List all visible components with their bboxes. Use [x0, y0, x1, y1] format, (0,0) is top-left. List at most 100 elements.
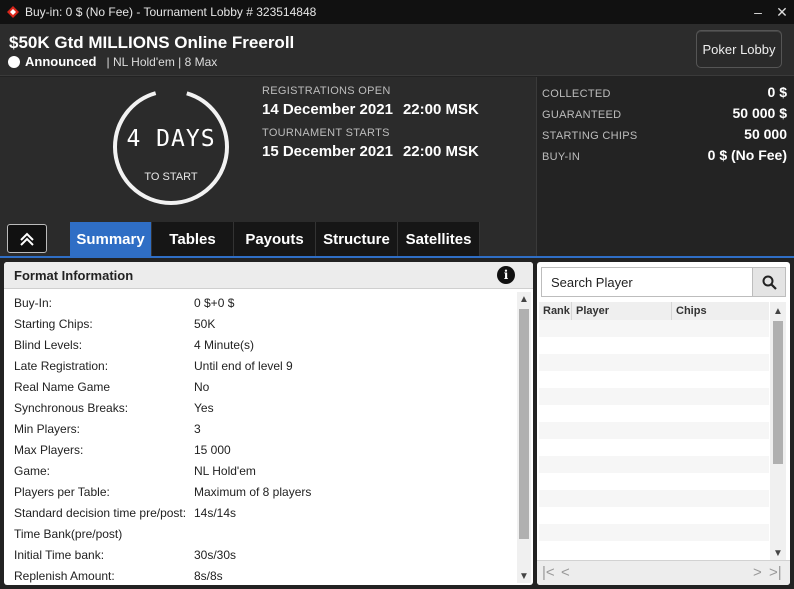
format-key: Late Registration: — [14, 358, 109, 373]
countdown-caption: TO START — [144, 171, 198, 183]
table-row — [539, 439, 769, 456]
registration-date: 14 December 2021 — [262, 101, 393, 118]
search-player-input[interactable] — [542, 268, 752, 296]
countdown-value: 4 DAYS — [126, 126, 216, 152]
format-row: Real Name Game No — [14, 376, 514, 397]
start-block: TOURNAMENT STARTS 15 December 2021 22:00 … — [262, 127, 479, 160]
format-row: Initial Time bank: 30s/30s — [14, 544, 514, 565]
format-value: NL Hold'em — [194, 463, 256, 478]
scroll-up-icon[interactable]: ▲ — [517, 292, 531, 306]
buyin-label: BUY-IN — [542, 151, 581, 163]
format-row: Min Players: 3 — [14, 418, 514, 439]
countdown-ring: 4 DAYS TO START — [110, 86, 232, 208]
tournament-info: 4 DAYS TO START REGISTRATIONS OPEN 14 De… — [0, 77, 794, 257]
format-row: Players per Table: Maximum of 8 players — [14, 481, 514, 502]
scroll-thumb[interactable] — [773, 321, 783, 464]
prev-page-button[interactable]: < — [561, 564, 570, 581]
table-row — [539, 388, 769, 405]
scroll-down-icon[interactable]: ▼ — [770, 546, 786, 560]
format-value: 3 — [194, 421, 201, 436]
scroll-thumb[interactable] — [519, 309, 529, 539]
format-value: 4 Minute(s) — [194, 337, 255, 352]
players-scrollbar[interactable]: ▲ ▼ — [770, 302, 786, 560]
last-page-button[interactable]: >| — [769, 564, 782, 581]
format-key: Max Players: — [14, 442, 84, 457]
first-page-button[interactable]: |< — [542, 564, 555, 581]
tab-structure[interactable]: Structure — [316, 222, 398, 257]
scroll-up-icon[interactable]: ▲ — [770, 304, 786, 318]
tab-payouts[interactable]: Payouts — [234, 222, 316, 257]
format-info-panel: Format Information i Buy-In: 0 $+0 $ Star… — [4, 262, 533, 585]
format-value: 0 $+0 $ — [194, 295, 235, 310]
tournament-lobby-window: Buy-in: 0 $ (No Fee) - Tournament Lobby … — [0, 0, 794, 589]
double-chevron-up-icon — [20, 232, 34, 246]
close-button[interactable]: ✕ — [770, 0, 794, 24]
start-time: 22:00 MSK — [402, 143, 479, 160]
tournament-name: $50K Gtd MILLIONS Online Freeroll — [9, 33, 295, 52]
format-value: No — [194, 379, 210, 394]
collected-value: 0 $ — [767, 84, 787, 100]
table-row — [539, 507, 769, 524]
format-key: Min Players: — [14, 421, 81, 436]
table-row — [539, 354, 769, 371]
format-rows: Buy-In: 0 $+0 $ Starting Chips: 50K Blind … — [14, 292, 514, 585]
players-pager: |< < > >| — [537, 560, 790, 585]
format-row: Buy-In: 0 $+0 $ — [14, 292, 514, 313]
format-key: Blind Levels: — [14, 337, 83, 352]
info-icon[interactable]: i — [497, 266, 515, 284]
players-panel: Rank Player Chips ▲ ▼ |< < — [537, 262, 790, 585]
format-key: Replenish Amount: — [14, 568, 115, 583]
lobby-tabs: Summary Tables Payouts Structure Satelli… — [70, 222, 480, 257]
start-label: TOURNAMENT STARTS — [262, 127, 390, 139]
collapse-button[interactable] — [7, 224, 47, 253]
collected-label: COLLECTED — [542, 88, 611, 100]
buyin-row: BUY-IN 0 $ (No Fee) — [542, 147, 787, 163]
table-row — [539, 422, 769, 439]
table-row — [539, 456, 769, 473]
table-row — [539, 541, 769, 558]
tab-summary[interactable]: Summary — [70, 222, 152, 257]
guaranteed-label: GUARANTEED — [542, 109, 622, 121]
format-row: Replenish Amount: 8s/8s — [14, 565, 514, 585]
format-value: 50K — [194, 316, 216, 331]
start-date: 15 December 2021 — [262, 143, 393, 160]
format-key: Standard decision time pre/post: — [14, 505, 187, 520]
table-row — [539, 473, 769, 490]
status-label: Announced — [25, 54, 97, 69]
tab-satellites[interactable]: Satellites — [398, 222, 480, 257]
table-row — [539, 320, 769, 337]
tab-tables[interactable]: Tables — [152, 222, 234, 257]
player-search — [541, 267, 786, 297]
starting-chips-label: STARTING CHIPS — [542, 130, 638, 142]
scroll-down-icon[interactable]: ▼ — [517, 569, 531, 583]
tab-underline — [0, 256, 794, 258]
tournament-status: Announced | NL Hold'em | 8 Max — [8, 54, 217, 69]
next-page-button[interactable]: > — [753, 564, 762, 581]
column-player[interactable]: Player — [572, 302, 672, 320]
format-row: Standard decision time pre/post: 14s/14s — [14, 502, 514, 523]
format-row: Starting Chips: 50K — [14, 313, 514, 334]
registration-time: 22:00 MSK — [402, 101, 479, 118]
format-row: Late Registration: Until end of level 9 — [14, 355, 514, 376]
status-dot-icon — [8, 55, 20, 68]
guaranteed-value: 50 000 $ — [732, 105, 788, 121]
title-bar: Buy-in: 0 $ (No Fee) - Tournament Lobby … — [0, 0, 794, 24]
game-info: | NL Hold'em | 8 Max — [106, 54, 218, 69]
format-scrollbar[interactable]: ▲ ▼ — [517, 292, 531, 583]
prize-stats-panel: COLLECTED 0 $ GUARANTEED 50 000 $ STARTI… — [536, 77, 794, 257]
players-table-header: Rank Player Chips — [539, 302, 769, 320]
players-table-body — [539, 320, 769, 558]
format-row: Blind Levels: 4 Minute(s) — [14, 334, 514, 355]
format-value: Yes — [194, 400, 214, 415]
registration-block: REGISTRATIONS OPEN 14 December 2021 22:00… — [262, 85, 479, 118]
search-button[interactable] — [752, 268, 785, 296]
poker-lobby-button[interactable]: Poker Lobby — [696, 30, 782, 68]
minimize-button[interactable]: – — [746, 0, 770, 24]
format-value: 8s/8s — [194, 568, 223, 583]
format-value: Until end of level 9 — [194, 358, 293, 373]
column-chips[interactable]: Chips — [672, 302, 769, 320]
column-rank[interactable]: Rank — [539, 302, 572, 320]
buyin-value: 0 $ (No Fee) — [707, 147, 787, 163]
window-title: Buy-in: 0 $ (No Fee) - Tournament Lobby … — [25, 5, 317, 19]
format-key: Starting Chips: — [14, 316, 93, 331]
